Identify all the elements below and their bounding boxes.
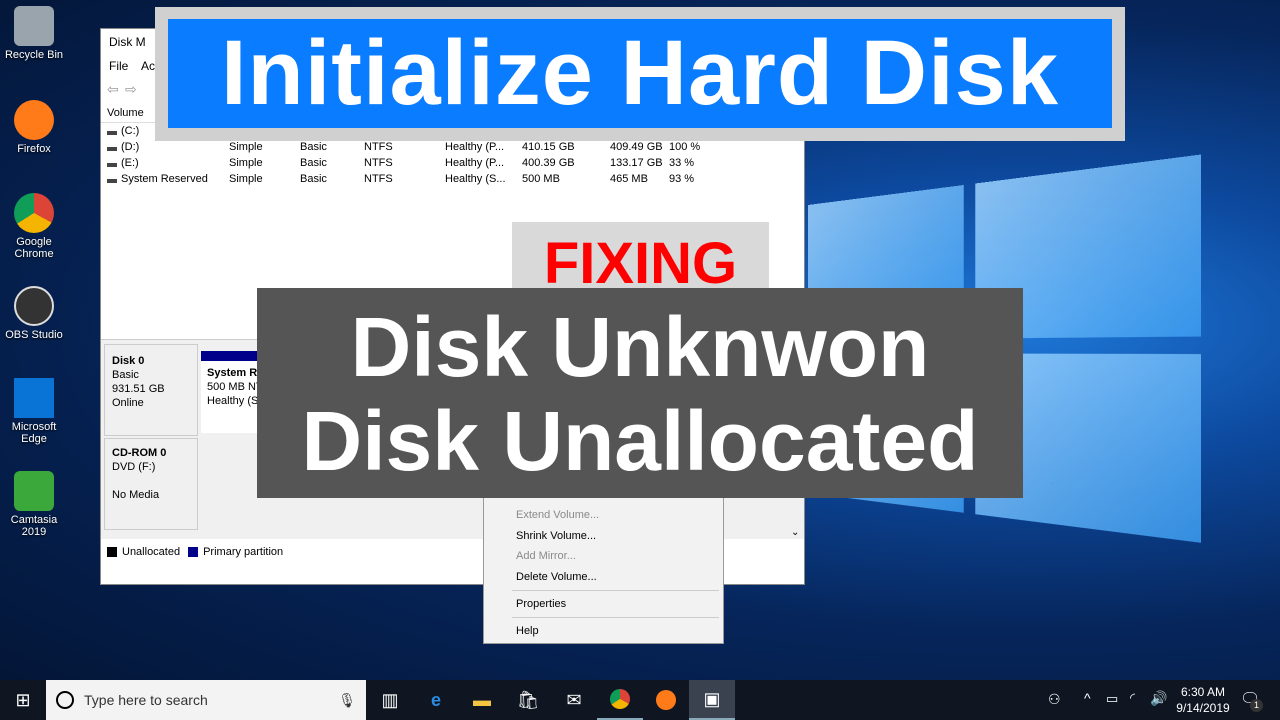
obs-icon [14, 286, 54, 326]
edge-icon [14, 378, 54, 418]
microphone-icon[interactable]: 🎙 [338, 692, 356, 709]
back-icon[interactable]: ⇦ [107, 81, 119, 98]
menu-separator [512, 617, 719, 618]
system-reserved-partition[interactable]: System Re 500 MB NT Healthy (S [201, 351, 261, 433]
legend-swatch-unallocated [107, 547, 117, 557]
scroll-down-icon[interactable]: ⌄ [791, 527, 799, 538]
volume-row[interactable]: System Reserved Simple Basic NTFS Healthy (S… [101, 173, 801, 189]
edge-taskbar-icon[interactable]: e [413, 680, 459, 720]
volume-free: 465 MB [610, 173, 648, 185]
volume-fs: NTFS [364, 157, 393, 169]
volume-fs: NTFS [364, 173, 393, 185]
wifi-icon[interactable]: ◜ [1130, 690, 1135, 706]
menu-separator [512, 590, 719, 591]
menu-item-delete-volume[interactable]: Delete Volume... [516, 571, 597, 583]
volume-name: (C:) [121, 125, 139, 137]
desktop-icon-obs[interactable]: OBS Studio [2, 286, 66, 341]
firefox-icon [14, 100, 54, 140]
taskbar: ⊞ Type here to search 🎙 ▥ e ▬ 🛍 ✉ ▣ ⚇ ^ … [0, 680, 1280, 720]
drive-icon [107, 179, 117, 183]
menu-item-extend-volume[interactable]: Extend Volume... [516, 509, 599, 521]
drive-icon [107, 147, 117, 151]
people-icon[interactable]: ⚇ [1048, 691, 1061, 708]
menu-action[interactable]: Ac [141, 59, 155, 73]
search-box[interactable]: Type here to search 🎙 [46, 680, 366, 720]
volume-status: Healthy (S... [445, 173, 506, 185]
firefox-taskbar-icon[interactable] [643, 680, 689, 720]
file-explorer-icon[interactable]: ▬ [459, 680, 505, 720]
drive-icon [107, 131, 117, 135]
volume-type: Basic [300, 173, 327, 185]
battery-icon[interactable]: ▭ [1106, 691, 1118, 707]
volume-name: System Reserved [121, 173, 208, 185]
desktop-icon-chrome[interactable]: Google Chrome [2, 193, 66, 260]
context-menu: Extend Volume... Shrink Volume... Add Mi… [483, 497, 724, 644]
recycle-bin-icon [14, 6, 54, 46]
chrome-icon [14, 193, 54, 233]
subtitle-line-2: Disk Unallocated [257, 394, 1023, 488]
camtasia-icon [14, 471, 54, 511]
volume-free: 133.17 GB [610, 157, 663, 169]
volume-capacity: 410.15 GB [522, 141, 575, 153]
volume-fs: NTFS [364, 141, 393, 153]
volume-status: Healthy (P... [445, 141, 504, 153]
menu-file[interactable]: File [109, 59, 128, 73]
clock[interactable]: 6:30 AM 9/14/2019 [1172, 684, 1234, 716]
subtitle-banner: Disk Unknwon Disk Unallocated [257, 288, 1023, 498]
volume-type: Basic [300, 157, 327, 169]
volume-icon[interactable]: 🔊 [1150, 690, 1167, 707]
title-banner: Initialize Hard Disk [155, 7, 1125, 141]
window-title: Disk M [109, 35, 146, 49]
cdrom-label[interactable]: CD-ROM 0 DVD (F:) No Media [104, 438, 198, 530]
menu-item-properties[interactable]: Properties [516, 598, 566, 610]
volume-capacity: 500 MB [522, 173, 560, 185]
chevron-up-icon[interactable]: ^ [1084, 690, 1091, 706]
volume-layout: Simple [229, 173, 263, 185]
volume-capacity: 400.39 GB [522, 157, 575, 169]
legend: Unallocated Primary partition [107, 546, 283, 558]
chrome-taskbar-icon[interactable] [597, 680, 643, 720]
volume-name: (E:) [121, 157, 139, 169]
desktop-icon-camtasia[interactable]: Camtasia 2019 [2, 471, 66, 538]
volume-status: Healthy (P... [445, 157, 504, 169]
notifications-icon[interactable]: 🗨 1 [1240, 689, 1260, 709]
drive-icon [107, 163, 117, 167]
legend-swatch-primary [188, 547, 198, 557]
volume-type: Basic [300, 141, 327, 153]
disk0-label[interactable]: Disk 0 Basic 931.51 GB Online [104, 344, 198, 436]
notification-count: 1 [1250, 699, 1263, 712]
menu-item-help[interactable]: Help [516, 625, 539, 637]
desktop-icon-edge[interactable]: Microsoft Edge [2, 378, 66, 445]
volume-pct: 33 % [669, 157, 694, 169]
task-view-icon[interactable]: ▥ [367, 680, 413, 720]
disk-management-taskbar-icon[interactable]: ▣ [689, 680, 735, 720]
volume-row[interactable]: (D:) Simple Basic NTFS Healthy (P... 410.15 G… [101, 141, 801, 157]
menu-item-add-mirror[interactable]: Add Mirror... [516, 550, 576, 562]
volume-name: (D:) [121, 141, 139, 153]
volume-layout: Simple [229, 141, 263, 153]
volume-row[interactable]: (E:) Simple Basic NTFS Healthy (P... 400.39 G… [101, 157, 801, 173]
windows-icon: ⊞ [15, 690, 30, 711]
menu-item-shrink-volume[interactable]: Shrink Volume... [516, 530, 596, 542]
subtitle-line-1: Disk Unknwon [257, 300, 1023, 394]
desktop-icon-recycle-bin[interactable]: Recycle Bin [2, 6, 66, 61]
start-button[interactable]: ⊞ [0, 680, 46, 720]
forward-icon[interactable]: ⇨ [125, 81, 137, 98]
store-icon[interactable]: 🛍 [505, 680, 551, 720]
volume-layout: Simple [229, 157, 263, 169]
volume-pct: 100 % [669, 141, 700, 153]
volume-free: 409.49 GB [610, 141, 663, 153]
volume-pct: 93 % [669, 173, 694, 185]
title-text: Initialize Hard Disk [168, 19, 1112, 128]
cortana-icon [56, 691, 74, 709]
desktop-icon-firefox[interactable]: Firefox [2, 100, 66, 155]
mail-icon[interactable]: ✉ [551, 680, 597, 720]
